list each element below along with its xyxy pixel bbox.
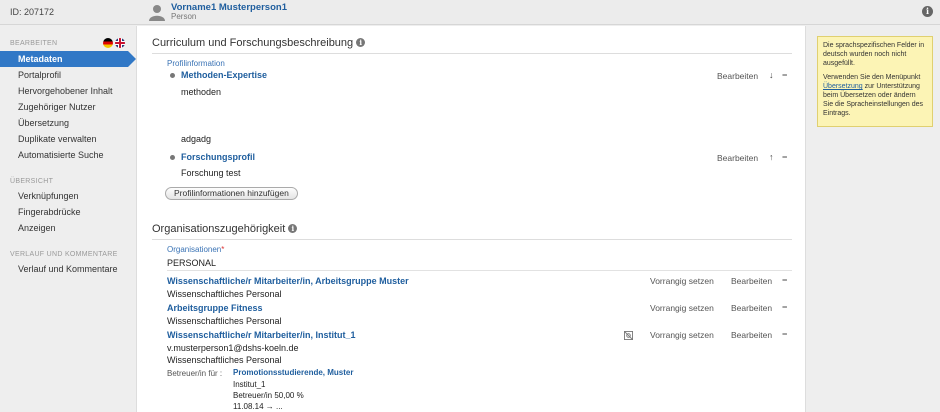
note-text: Die sprachspezifischen Felder in deutsch… xyxy=(823,42,925,67)
info-icon[interactable]: i xyxy=(288,224,298,233)
sidebar-item-anzeigen[interactable]: Anzeigen xyxy=(0,220,136,236)
organisation-title-text: Organisationszugehörigkeit xyxy=(152,223,286,235)
organisations-label: Organisationen* xyxy=(167,245,224,254)
organisation-role: Wissenschaftliches Personal xyxy=(167,355,282,365)
english-flag-icon[interactable] xyxy=(115,37,125,48)
organisation-role: Wissenschaftliches Personal xyxy=(167,289,282,299)
language-flags xyxy=(101,37,125,48)
sidebar-item-duplikate[interactable]: Duplikate verwalten xyxy=(0,131,136,147)
set-primary-button[interactable]: Vorrangig setzen xyxy=(650,303,714,313)
edit-button[interactable]: Bearbeiten xyxy=(717,71,758,81)
edit-button[interactable]: Bearbeiten xyxy=(717,153,758,163)
remove-icon[interactable]: − xyxy=(782,70,787,80)
organisation-role: Wissenschaftliches Personal xyxy=(167,316,282,326)
translation-note: Die sprachspezifischen Felder in deutsch… xyxy=(817,36,933,127)
translation-link[interactable]: Übersetzung xyxy=(823,83,863,90)
german-flag-icon[interactable] xyxy=(103,37,113,48)
sidebar-item-verlauf[interactable]: Verlauf und Kommentare xyxy=(0,261,136,277)
organisation-link[interactable]: Wissenschaftliche/r Mitarbeiter/in, Inst… xyxy=(167,330,355,340)
top-bar: ID: 207172 Vorname1 Musterperson1 Person… xyxy=(0,0,940,25)
sidebar-item-uebersetzung[interactable]: Übersetzung xyxy=(0,115,136,131)
add-profile-info-button[interactable]: Profilinformationen hinzufügen xyxy=(165,187,298,200)
sidebar-heading-history: VERLAUF UND KOMMENTARE xyxy=(10,251,118,258)
organisation-section-title: Organisationszugehörigkeit i xyxy=(152,223,298,235)
organisation-link[interactable]: Arbeitsgruppe Fitness xyxy=(167,303,263,313)
person-icon xyxy=(149,5,165,21)
organisation-link[interactable]: Wissenschaftliche/r Mitarbeiter/in, Arbe… xyxy=(167,276,409,286)
sidebar-item-metadaten[interactable]: Metadaten xyxy=(0,51,136,67)
entry-body-line: methoden xyxy=(181,87,222,97)
organisation-type: PERSONAL xyxy=(167,258,217,268)
edit-button[interactable]: Bearbeiten xyxy=(731,303,772,313)
edit-button[interactable]: Bearbeiten xyxy=(731,276,772,286)
visibility-hidden-icon[interactable] xyxy=(624,331,633,340)
sidebar-item-hervorgehobener-inhalt[interactable]: Hervorgehobener Inhalt xyxy=(0,83,136,99)
main-panel: Curriculum und Forschungsbeschreibung i P… xyxy=(136,26,806,412)
sidebar-heading-edit: BEARBEITEN xyxy=(10,40,58,47)
sidebar-item-fingerabdruecke[interactable]: Fingerabdrücke xyxy=(0,204,136,220)
supervisor-detail: 11.08.14 → ... xyxy=(233,402,283,411)
entry-methoden-expertise[interactable]: Methoden-Expertise xyxy=(181,70,267,80)
supervisor-detail: Institut_1 xyxy=(233,380,266,389)
organisation-email: v.musterperson1@dshs-koeln.de xyxy=(167,343,299,353)
bullet-icon xyxy=(170,73,175,78)
info-icon[interactable]: i xyxy=(356,38,366,47)
supervisor-detail: Betreuer/in 50,00 % xyxy=(233,391,304,400)
remove-icon[interactable]: − xyxy=(782,302,787,312)
remove-icon[interactable]: − xyxy=(782,275,787,285)
sidebar: BEARBEITEN Metadaten Portalprofil Hervor… xyxy=(0,26,136,412)
sidebar-item-verknuepfungen[interactable]: Verknüpfungen xyxy=(0,188,136,204)
profile-info-label: Profilinformation xyxy=(167,59,225,68)
person-type: Person xyxy=(171,12,197,21)
remove-icon[interactable]: − xyxy=(782,329,787,339)
divider xyxy=(167,270,792,271)
entry-forschungsprofil[interactable]: Forschungsprofil xyxy=(181,152,255,162)
sidebar-item-zugehoeriger-nutzer[interactable]: Zugehöriger Nutzer xyxy=(0,99,136,115)
note-text-2: Verwenden Sie den Menüpunkt Übersetzung … xyxy=(823,73,927,118)
bullet-icon xyxy=(170,155,175,160)
record-id: ID: 207172 xyxy=(10,7,55,17)
sidebar-heading-overview: ÜBERSICHT xyxy=(10,178,54,185)
sidebar-item-automatisierte-suche[interactable]: Automatisierte Suche xyxy=(0,147,136,163)
supervisor-link[interactable]: Promotionsstudierende, Muster xyxy=(233,368,353,377)
required-mark: * xyxy=(221,245,225,254)
sidebar-item-portalprofil[interactable]: Portalprofil xyxy=(0,67,136,83)
move-up-icon[interactable]: ↑ xyxy=(769,152,774,162)
entry-body-line: Forschung test xyxy=(181,168,241,178)
remove-icon[interactable]: − xyxy=(782,152,787,162)
note-text-before: Verwenden Sie den Menüpunkt xyxy=(823,74,921,81)
entry-body-line: adgadg xyxy=(181,134,212,144)
info-icon[interactable]: i xyxy=(922,6,933,17)
edit-button[interactable]: Bearbeiten xyxy=(731,330,772,340)
supervisor-label: Betreuer/in für : xyxy=(167,369,223,378)
curriculum-section-title: Curriculum und Forschungsbeschreibung i xyxy=(152,37,366,49)
move-down-icon[interactable]: ↓ xyxy=(769,70,774,80)
divider xyxy=(152,53,792,54)
set-primary-button[interactable]: Vorrangig setzen xyxy=(650,330,714,340)
divider xyxy=(152,239,792,240)
curriculum-title-text: Curriculum und Forschungsbeschreibung xyxy=(152,37,354,49)
set-primary-button[interactable]: Vorrangig setzen xyxy=(650,276,714,286)
organisations-label-text: Organisationen xyxy=(167,245,222,254)
